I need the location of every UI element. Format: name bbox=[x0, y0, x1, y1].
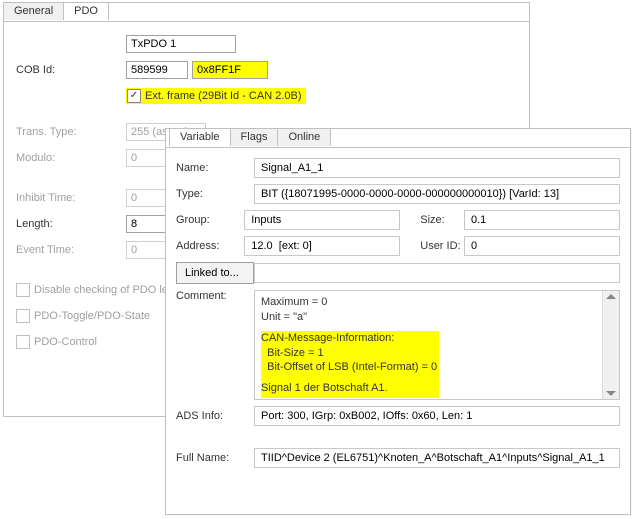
pdo-control-checkbox[interactable] bbox=[16, 335, 30, 349]
size-input[interactable] bbox=[464, 210, 620, 230]
length-input[interactable] bbox=[126, 215, 166, 233]
comment-scrollbar[interactable] bbox=[602, 291, 619, 399]
comment-line: Maximum = 0 bbox=[261, 295, 601, 310]
name-input[interactable] bbox=[254, 158, 620, 178]
cobid-hex-input[interactable] bbox=[192, 61, 268, 79]
transtype-label: Trans. Type: bbox=[16, 126, 126, 138]
pdo-toggle-checkbox[interactable] bbox=[16, 309, 30, 323]
fullname-input[interactable] bbox=[254, 448, 620, 468]
pdo-control-label: PDO-Control bbox=[34, 336, 97, 348]
fullname-label: Full Name: bbox=[176, 452, 254, 464]
address-input[interactable] bbox=[244, 236, 400, 256]
comment-highlight: CAN-Message-Information: Bit-Size = 1 Bi… bbox=[261, 331, 439, 398]
modulo-label: Modulo: bbox=[16, 152, 126, 164]
linked-to-input[interactable] bbox=[254, 263, 620, 283]
size-label: Size: bbox=[420, 214, 464, 226]
tab-variable[interactable]: Variable bbox=[169, 128, 231, 146]
pdo-tabs: General PDO bbox=[3, 2, 108, 20]
type-input[interactable] bbox=[254, 184, 620, 204]
userid-input[interactable] bbox=[464, 236, 620, 256]
extframe-label: Ext. frame (29Bit Id - CAN 2.0B) bbox=[145, 90, 302, 102]
adsinfo-label: ADS Info: bbox=[176, 410, 254, 422]
group-input[interactable] bbox=[244, 210, 400, 230]
comment-label: Comment: bbox=[176, 290, 254, 302]
tab-online[interactable]: Online bbox=[277, 128, 331, 146]
disable-checking-checkbox[interactable] bbox=[16, 283, 30, 297]
variable-panel: Variable Flags Online Name: Type: Group:… bbox=[165, 128, 631, 515]
inhibit-label: Inhibit Time: bbox=[16, 192, 126, 204]
linked-to-button[interactable]: Linked to... bbox=[176, 262, 254, 284]
pdo-toggle-label: PDO-Toggle/PDO-State bbox=[34, 310, 150, 322]
tab-flags[interactable]: Flags bbox=[230, 128, 279, 146]
extframe-checkbox[interactable]: ✓ bbox=[127, 89, 141, 103]
cobid-label: COB Id: bbox=[16, 64, 126, 76]
extframe-row: ✓ Ext. frame (29Bit Id - CAN 2.0B) bbox=[126, 88, 306, 104]
group-label: Group: bbox=[176, 214, 244, 226]
name-label: Name: bbox=[176, 162, 254, 174]
inhibit-input[interactable] bbox=[126, 189, 166, 207]
length-label: Length: bbox=[16, 218, 126, 230]
eventtime-label: Event Time: bbox=[16, 244, 126, 256]
eventtime-input[interactable] bbox=[126, 241, 166, 259]
cobid-dec-input[interactable] bbox=[126, 61, 188, 79]
type-label: Type: bbox=[176, 188, 254, 200]
txpdo-input[interactable] bbox=[126, 35, 236, 53]
modulo-input[interactable] bbox=[126, 149, 166, 167]
disable-checking-label: Disable checking of PDO le bbox=[34, 284, 168, 296]
adsinfo-input[interactable] bbox=[254, 406, 620, 426]
comment-textarea[interactable]: Maximum = 0 Unit = "a" CAN-Message-Infor… bbox=[254, 290, 620, 400]
address-label: Address: bbox=[176, 240, 244, 252]
tab-general[interactable]: General bbox=[3, 2, 64, 20]
variable-tabs: Variable Flags Online bbox=[169, 128, 330, 146]
userid-label: User ID: bbox=[420, 240, 464, 252]
tab-pdo[interactable]: PDO bbox=[63, 2, 109, 20]
comment-line: Unit = "a" bbox=[261, 310, 601, 325]
